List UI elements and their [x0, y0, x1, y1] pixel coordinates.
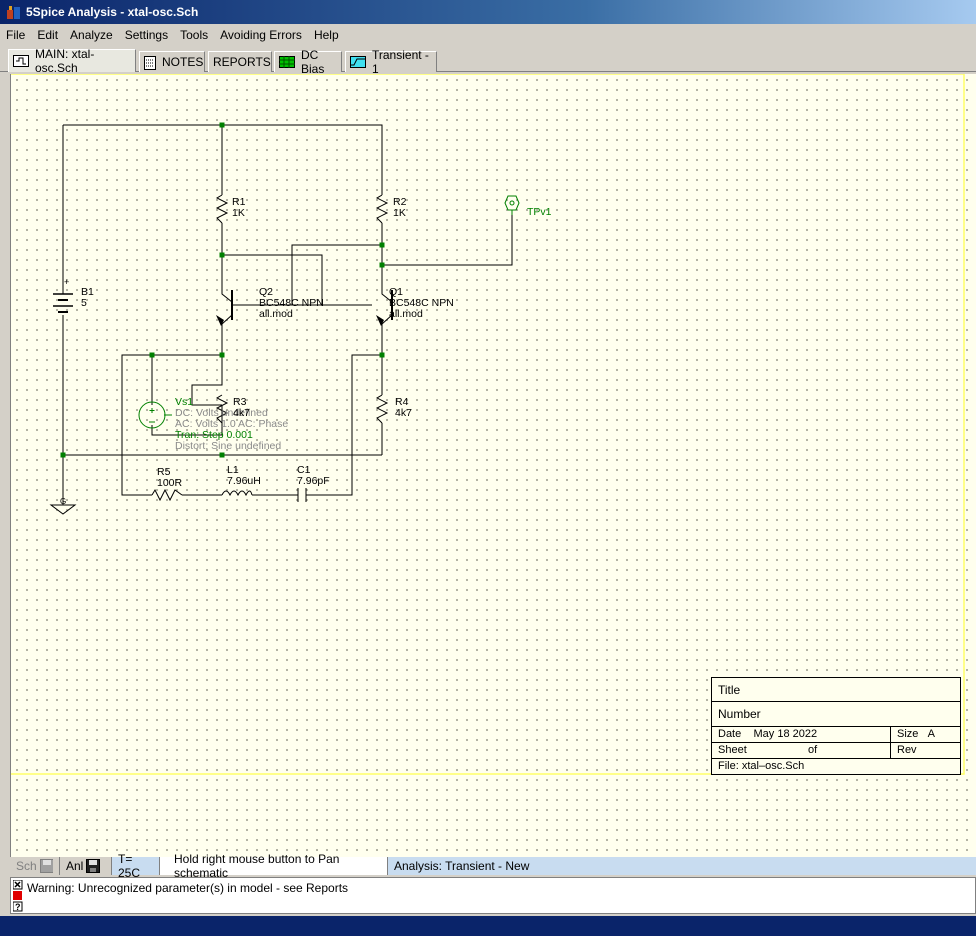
grid-icon: [279, 56, 295, 68]
title-block-date-row: Date May 18 2022 Size A: [712, 727, 960, 743]
menu-help[interactable]: Help: [314, 28, 339, 42]
tab-bar: MAIN: xtal-osc.Sch NOTES REPORTS DC Bias…: [0, 47, 976, 76]
schematic-canvas[interactable]: R1 1K R2 1K TPv1 B1 5 + Q2 BC548C NPN al…: [10, 74, 976, 857]
menu-tools[interactable]: Tools: [180, 28, 208, 42]
inductor-l1: [221, 490, 253, 497]
r2-value[interactable]: 1K: [393, 208, 406, 219]
of-label: of: [808, 744, 818, 756]
hint-text: Hold right mouse button to Pan schematic: [160, 852, 388, 880]
tab-reports-label: REPORTS: [213, 55, 271, 69]
tab-main-label: MAIN: xtal-osc.Sch: [35, 47, 95, 75]
size-label: Size: [897, 728, 919, 740]
resistor-r2: [375, 194, 389, 224]
tab-dc-bias-label: DC Bias: [301, 48, 325, 76]
temperature-readout: T= 25C: [112, 852, 160, 880]
size-value[interactable]: A: [928, 728, 935, 740]
resistor-r1: [215, 194, 229, 224]
tab-dc-bias[interactable]: DC Bias: [274, 48, 342, 76]
rev-cell: Rev: [890, 743, 917, 758]
menu-file[interactable]: File: [6, 28, 25, 42]
tab-transient-label: Transient - 1: [372, 48, 429, 76]
testpoint-tpv1: [504, 195, 520, 215]
rev-label: Rev: [897, 744, 917, 756]
sch-toggle[interactable]: Sch: [10, 857, 60, 875]
r3-value[interactable]: 4k7: [233, 408, 250, 419]
tab-notes-label: NOTES: [162, 55, 204, 69]
error-icon: [13, 891, 22, 900]
b1-plus: +: [64, 277, 70, 287]
battery-b1: [53, 293, 73, 313]
waveform-icon: [350, 56, 366, 68]
title-block-title[interactable]: Title: [712, 678, 960, 702]
date-value[interactable]: May 18 2022: [753, 728, 817, 740]
sheet-border: [11, 74, 965, 775]
source-vs1: [138, 401, 172, 429]
resistor-r5: [151, 488, 183, 502]
title-block-file[interactable]: File: xtal–osc.Sch: [712, 759, 960, 775]
tab-notes[interactable]: NOTES: [139, 51, 205, 72]
ground-label: G: [60, 497, 67, 506]
r1-value[interactable]: 1K: [232, 208, 245, 219]
menu-bar: File Edit Analyze Settings Tools Avoidin…: [0, 24, 976, 46]
window-title: 5Spice Analysis - xtal-osc.Sch: [26, 5, 199, 19]
r5-value[interactable]: 100R: [157, 478, 182, 489]
resistor-r4: [375, 394, 389, 424]
schematic-icon: [13, 55, 29, 67]
anl-label: Anl: [66, 859, 84, 873]
tpv1-label[interactable]: TPv1: [527, 207, 552, 218]
notes-icon: [144, 56, 156, 70]
c1-value[interactable]: 7.96pF: [297, 476, 330, 487]
q2-lib[interactable]: all.mod: [259, 309, 293, 320]
analysis-status: Analysis: Transient - New: [388, 857, 976, 875]
menu-settings[interactable]: Settings: [125, 28, 168, 42]
menu-analyze[interactable]: Analyze: [70, 28, 113, 42]
svg-text:?: ?: [15, 902, 21, 912]
sheet-label: Sheet: [718, 744, 747, 756]
sch-label: Sch: [16, 859, 37, 873]
app-icon: [6, 4, 22, 20]
title-block-number[interactable]: Number: [712, 702, 960, 727]
menu-avoiding-errors[interactable]: Avoiding Errors: [220, 28, 302, 42]
tab-reports[interactable]: REPORTS: [208, 51, 272, 72]
save-icon: [86, 859, 101, 873]
title-block-sheet-row: Sheet of Rev: [712, 743, 960, 759]
anl-toggle[interactable]: Anl: [60, 857, 112, 875]
vs1-distort[interactable]: Distort: Sine undefined: [175, 441, 281, 452]
message-icons: ?: [12, 879, 23, 915]
window-title-bar[interactable]: 5Spice Analysis - xtal-osc.Sch: [0, 0, 976, 24]
save-icon: [39, 859, 53, 873]
menu-edit[interactable]: Edit: [37, 28, 58, 42]
tab-main[interactable]: MAIN: xtal-osc.Sch: [8, 47, 136, 75]
status-bar: Sch Anl T= 25C Hold right mouse button t…: [10, 852, 976, 880]
l1-value[interactable]: 7.96uH: [227, 476, 261, 487]
message-panel: ? Warning: Unrecognized parameter(s) in …: [10, 877, 976, 914]
tab-transient[interactable]: Transient - 1: [345, 48, 437, 76]
title-block: Title Number Date May 18 2022 Size A She…: [711, 677, 961, 775]
q1-lib[interactable]: all.mod: [389, 309, 423, 320]
size-cell: Size A: [890, 727, 935, 742]
capacitor-c1: [297, 488, 307, 502]
warning-message[interactable]: Warning: Unrecognized parameter(s) in mo…: [27, 881, 348, 895]
b1-value[interactable]: 5: [81, 298, 87, 309]
window-bottom-edge: [0, 916, 976, 936]
date-label: Date: [718, 728, 742, 740]
r4-value[interactable]: 4k7: [395, 408, 412, 419]
